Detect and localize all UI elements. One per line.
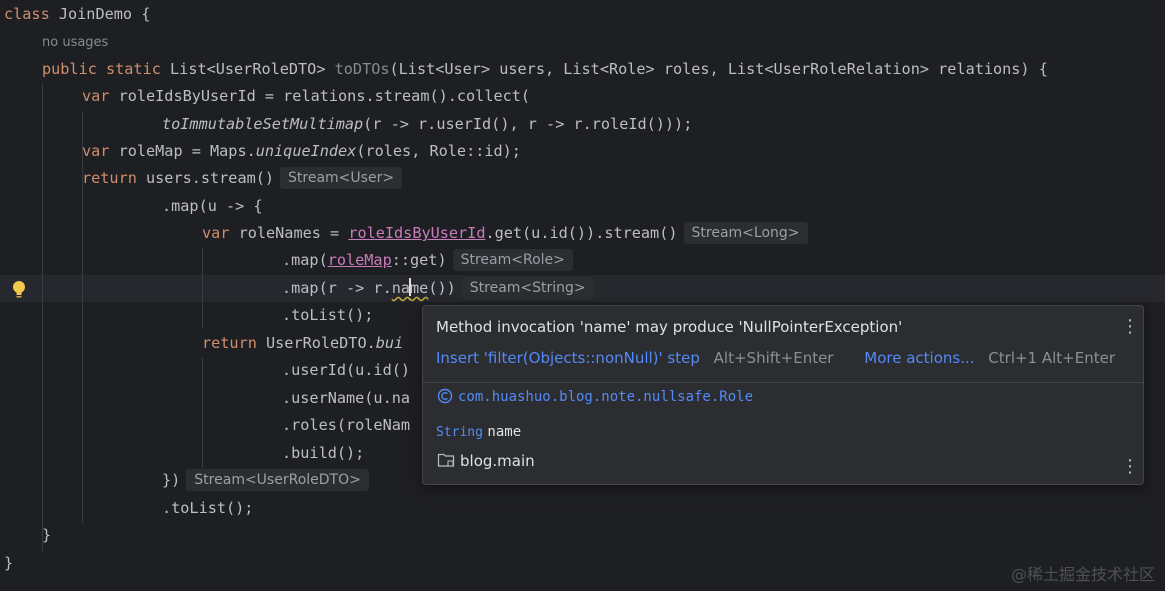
keyword: return [82, 169, 137, 187]
code-text: (roles, Role::id); [356, 142, 521, 160]
declaring-class[interactable]: com.huashuo.blog.note.nullsafe.Role [437, 388, 753, 405]
type-inlay-hint[interactable]: Stream<Role> [452, 249, 573, 271]
class-c-icon [437, 388, 453, 404]
code-text: (r -> r.userId(), r -> r.roleId())); [363, 115, 693, 133]
return-type: List<UserRoleDTO> [170, 60, 326, 78]
code-line: var roleNames = roleIdsByUserId.get(u.id… [202, 220, 808, 247]
keyword: var [82, 142, 110, 160]
keyword: class [4, 5, 50, 23]
code-text: .get(u.id()).stream() [485, 224, 678, 242]
more-actions-link[interactable]: More actions... [864, 349, 974, 367]
inspection-message: Method invocation 'name' may produce 'Nu… [436, 318, 903, 336]
keyword: var [82, 87, 110, 105]
code-line-current: .map(r -> r.name()) Stream<String> [282, 275, 594, 302]
captured-variable[interactable]: roleIdsByUserId [348, 224, 485, 242]
type-inlay-hint[interactable]: Stream<User> [280, 167, 403, 189]
code-line: .toList(); [282, 306, 374, 324]
code-line: var roleIdsByUserId = relations.stream()… [82, 83, 530, 110]
indent-guide [202, 248, 203, 328]
field-type[interactable]: String [436, 425, 483, 440]
code-line: .toList(); [162, 499, 254, 517]
code-line: .userId(u.id() [282, 361, 411, 379]
code-line: return users.stream() Stream<User> [82, 165, 403, 192]
code-text: roleNames = [229, 224, 349, 242]
static-call: bui [375, 334, 404, 352]
folder-module-icon [437, 453, 455, 467]
usages-hint[interactable]: no usages [42, 29, 108, 56]
class-name: JoinDemo [58, 5, 133, 23]
captured-variable[interactable]: roleMap [328, 251, 392, 269]
code-line: toImmutableSetMultimap(r -> r.userId(), … [162, 111, 692, 138]
keyword: var [202, 224, 230, 242]
quickfix-link[interactable]: Insert 'filter(Objects::nonNull)' step [436, 349, 700, 367]
class-fqn: com.huashuo.blog.note.nullsafe.Role [458, 389, 754, 405]
static-call: uniqueIndex [255, 142, 357, 160]
code-text: ::get) [391, 251, 447, 269]
code-line: } [42, 526, 52, 544]
watermark: @稀土掘金技术社区 [1010, 565, 1155, 584]
quickfix-shortcut: Alt+Shift+Enter [713, 349, 834, 367]
code-line: class JoinDemo { [4, 1, 150, 28]
quickfix-row: Insert 'filter(Objects::nonNull)' step A… [436, 349, 1115, 367]
static-call: toImmutableSetMultimap [162, 115, 364, 133]
field-name: name [487, 424, 522, 440]
warned-method-call[interactable]: name [391, 278, 429, 297]
code-text: roleMap = Maps. [109, 142, 256, 160]
code-text: .map( [282, 251, 328, 269]
code-text: ()) [428, 279, 456, 297]
lightbulb-icon[interactable] [10, 279, 28, 301]
method-name: toDTOs [334, 60, 390, 78]
divider [423, 382, 1143, 383]
code-line: }) Stream<UserRoleDTO> [162, 467, 369, 494]
code-text: me [410, 279, 429, 297]
method-params: (List<User> users, List<Role> roles, Lis… [389, 60, 1048, 78]
code-text: na [391, 279, 411, 297]
keyword: return [202, 334, 257, 352]
more-vertical-icon[interactable]: ⋮ [1121, 318, 1139, 336]
code-editor[interactable]: class JoinDemo { no usages public static… [0, 0, 1165, 591]
type-inlay-hint[interactable]: Stream<UserRoleDTO> [186, 469, 369, 491]
code-text: roleIdsByUserId = relations.stream().col… [109, 87, 531, 105]
more-actions-shortcut: Ctrl+1 Alt+Enter [988, 349, 1116, 367]
code-line: } [4, 554, 14, 572]
code-line: .roles(roleNam [282, 416, 411, 434]
code-line: .map(roleMap::get) Stream<Role> [282, 247, 573, 274]
code-line: .map(u -> { [162, 197, 263, 215]
field-signature: String name [436, 424, 521, 440]
type-inlay-hint[interactable]: Stream<Long> [683, 222, 808, 244]
inspection-popup: Method invocation 'name' may produce 'Nu… [422, 305, 1144, 485]
module-row: blog.main [437, 452, 535, 470]
code-text: }) [162, 471, 181, 489]
indent-guide [202, 358, 203, 468]
code-line: .build(); [282, 444, 365, 462]
module-name: blog.main [460, 452, 535, 470]
type-inlay-hint[interactable]: Stream<String> [461, 277, 594, 299]
code-text: .map(r -> r. [282, 279, 392, 297]
code-text: users.stream() [136, 169, 275, 187]
code-line: .userName(u.na [282, 389, 411, 407]
more-vertical-icon[interactable]: ⋮ [1121, 458, 1139, 476]
method-signature: public static List<UserRoleDTO> toDTOs(L… [42, 56, 1048, 83]
code-line: return UserRoleDTO.bui [202, 330, 403, 357]
brace: { [141, 5, 151, 23]
code-line: var roleMap = Maps.uniqueIndex(roles, Ro… [82, 138, 521, 165]
modifiers: public static [42, 60, 161, 78]
indent-guide [42, 83, 43, 551]
code-text: UserRoleDTO. [256, 334, 376, 352]
